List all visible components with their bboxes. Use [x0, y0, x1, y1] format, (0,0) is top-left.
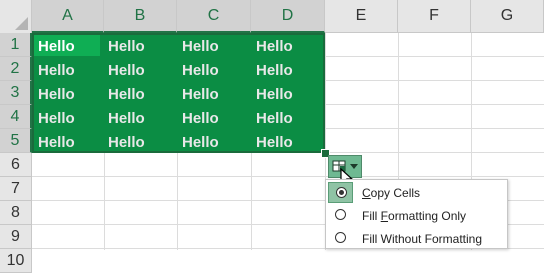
- column-header-c[interactable]: C: [177, 0, 251, 33]
- cell-a4[interactable]: Hello: [34, 106, 106, 130]
- cell-c4[interactable]: Hello: [178, 106, 250, 130]
- cell-b5[interactable]: Hello: [104, 130, 176, 154]
- cell-b3[interactable]: Hello: [104, 82, 176, 106]
- radio-icon[interactable]: [335, 209, 346, 220]
- column-header-d[interactable]: D: [251, 0, 325, 33]
- menu-item-label: Copy Cells: [362, 185, 421, 200]
- cell-d2[interactable]: Hello: [252, 58, 324, 82]
- column-header-b[interactable]: B: [104, 0, 177, 33]
- cell-d4[interactable]: Hello: [252, 106, 324, 130]
- menu-item-fill-without-formatting[interactable]: Fill Without Formatting: [326, 227, 507, 250]
- radio-selected-icon[interactable]: [336, 187, 347, 198]
- row-header-8[interactable]: 8: [0, 201, 32, 225]
- column-header-a[interactable]: A: [32, 0, 104, 33]
- row-header-1[interactable]: 1: [0, 33, 32, 57]
- row-header-10[interactable]: 10: [0, 249, 32, 273]
- cell-d1[interactable]: Hello: [252, 34, 324, 58]
- menu-item-copy-cells[interactable]: Copy Cells: [326, 181, 507, 204]
- select-all-triangle-icon: [15, 17, 28, 30]
- cell-a5[interactable]: Hello: [34, 130, 106, 154]
- radio-icon[interactable]: [335, 232, 346, 243]
- gridline: [32, 176, 544, 177]
- cell-d3[interactable]: Hello: [252, 82, 324, 106]
- auto-fill-options-menu: Copy Cells Fill Formatting Only Fill Wit…: [325, 179, 508, 249]
- row-header-7[interactable]: 7: [0, 177, 32, 201]
- row-header-3[interactable]: 3: [0, 81, 32, 105]
- cell-a3[interactable]: Hello: [34, 82, 106, 106]
- column-header-g[interactable]: G: [471, 0, 544, 33]
- cell-c1[interactable]: Hello: [178, 34, 250, 58]
- cell-b4[interactable]: Hello: [104, 106, 176, 130]
- column-header-e[interactable]: E: [325, 0, 398, 33]
- menu-item-label: Fill Without Formatting: [362, 231, 483, 246]
- row-header-5[interactable]: 5: [0, 129, 32, 153]
- spreadsheet: A B C D E F G 1 2 3 4 5 6 7 8 9 10 Hello…: [0, 0, 544, 273]
- cell-a2[interactable]: Hello: [34, 58, 106, 82]
- row-header-2[interactable]: 2: [0, 57, 32, 81]
- cell-b2[interactable]: Hello: [104, 58, 176, 82]
- row-header-4[interactable]: 4: [0, 105, 32, 129]
- menu-item-label: Fill Formatting Only: [362, 208, 467, 223]
- column-header-f[interactable]: F: [398, 0, 471, 33]
- cell-b1[interactable]: Hello: [104, 34, 176, 58]
- cell-c2[interactable]: Hello: [178, 58, 250, 82]
- cell-c3[interactable]: Hello: [178, 82, 250, 106]
- select-all-corner[interactable]: [0, 0, 32, 34]
- row-header-6[interactable]: 6: [0, 153, 32, 177]
- cell-a1[interactable]: Hello: [34, 34, 106, 58]
- menu-item-fill-formatting-only[interactable]: Fill Formatting Only: [326, 204, 507, 227]
- row-header-9[interactable]: 9: [0, 225, 32, 249]
- cell-c5[interactable]: Hello: [178, 130, 250, 154]
- cell-d5[interactable]: Hello: [252, 130, 324, 154]
